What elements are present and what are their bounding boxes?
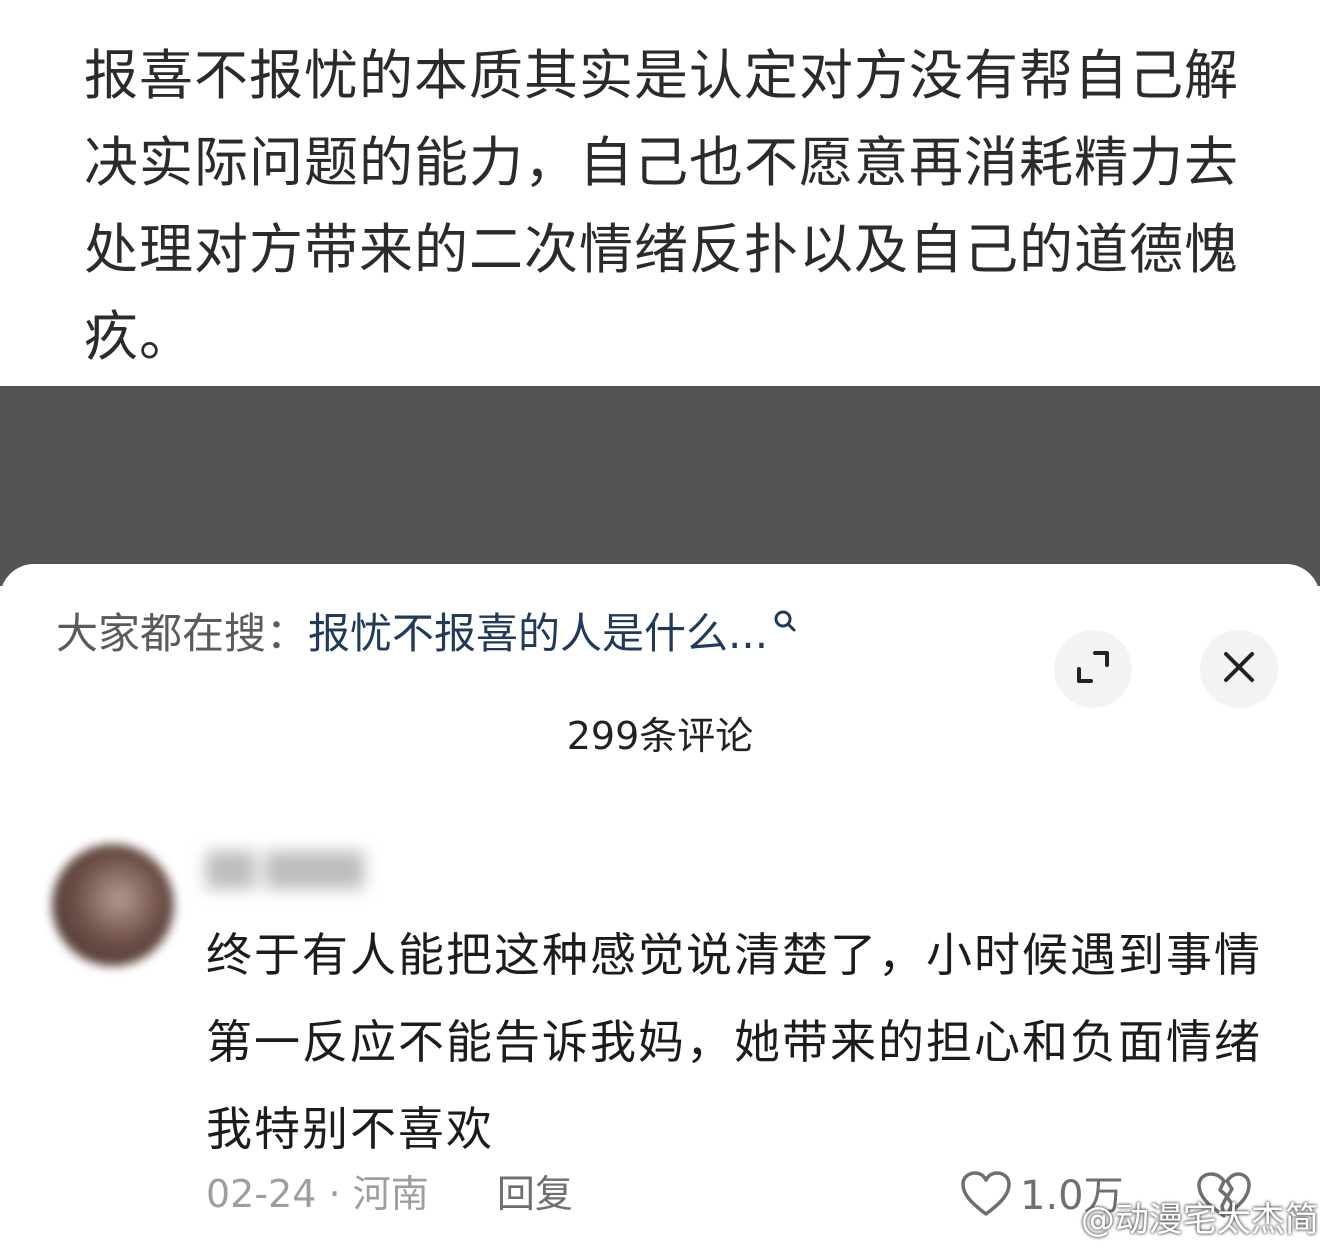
post-body: 报喜不报忧的本质其实是认定对方没有帮自己解决实际问题的能力，自己也不愿意再消耗精… [0,0,1320,386]
trending-search-prefix: 大家都在搜： [56,609,309,658]
expand-button[interactable] [1054,630,1132,708]
dim-overlay[interactable] [0,386,1320,586]
comment-date: 02-24 [206,1172,317,1216]
trending-search[interactable]: 大家都在搜：报忧不报喜的人是什么... [56,604,796,664]
expand-icon [1073,647,1113,691]
comment-count: 299条评论 [566,714,754,758]
comments-sheet: 大家都在搜：报忧不报喜的人是什么... 299条评论 ██ ████ 终于有人能… [0,564,1320,1252]
comment-location: 河南 [352,1172,429,1216]
post-text: 报喜不报忧的本质其实是认定对方没有帮自己解决实际问题的能力，自己也不愿意再消耗精… [84,44,1239,368]
trending-search-query[interactable]: 报忧不报喜的人是什么... [308,609,768,658]
search-icon[interactable] [772,590,798,632]
watermark: @动漫宅太杰简 [1030,1196,1319,1244]
close-icon [1221,649,1257,689]
comment-text[interactable]: 终于有人能把这种感觉说清楚了，小时候遇到事情第一反应不能告诉我妈，她带来的担心和… [206,912,1266,1173]
close-button[interactable] [1200,630,1278,708]
comment-meta: 02-24 · 河南 回复 [206,1166,573,1222]
heart-icon [960,1170,1012,1222]
username-blurred[interactable]: ██ ████ [206,848,482,892]
weibo-logo-icon [1030,1200,1081,1240]
meta-separator: · [328,1172,341,1216]
watermark-text: @动漫宅太杰简 [1080,1200,1319,1240]
avatar[interactable] [52,844,174,966]
reply-button[interactable]: 回复 [497,1172,573,1216]
